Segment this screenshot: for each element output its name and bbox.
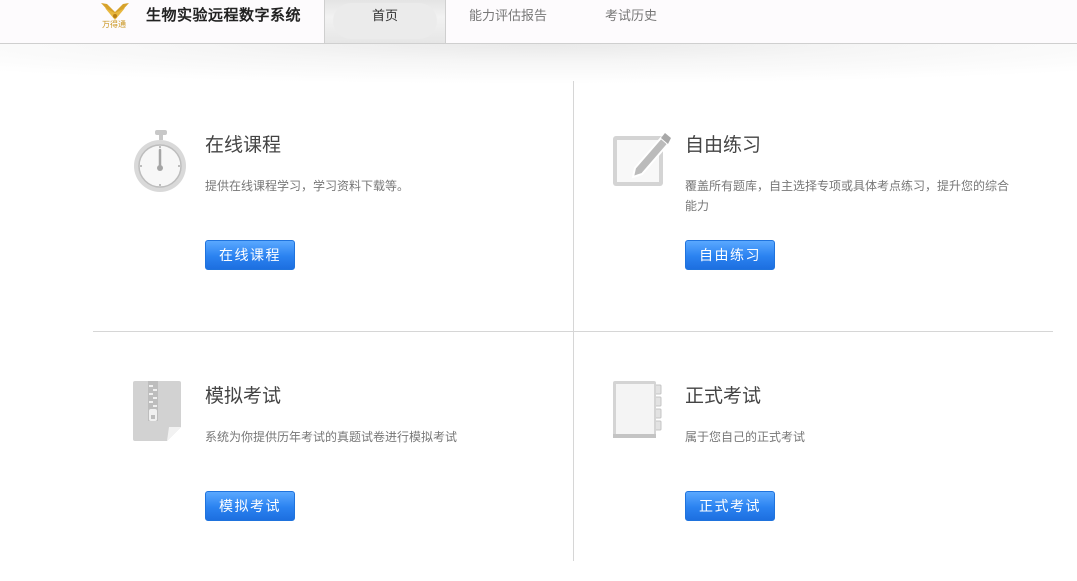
card-formal-exam: 正式考试 属于您自己的正式考试 正式考试 <box>613 381 1043 581</box>
formal-exam-button[interactable]: 正式考试 <box>685 491 775 521</box>
logo: 万得通 <box>95 0 135 34</box>
card-description: 属于您自己的正式考试 <box>685 430 806 444</box>
zip-file-icon <box>133 381 193 451</box>
card-title: 在线课程 <box>205 134 282 156</box>
tab-exam-history[interactable]: 考试历史 <box>582 0 680 43</box>
card-description: 覆盖所有题库，自主选择专项或具体考点练习，提升您的综合能力 <box>685 179 1010 213</box>
tab-home-label: 首页 <box>371 9 398 24</box>
card-free-practice: 自由练习 覆盖所有题库，自主选择专项或具体考点练习，提升您的综合能力 自由练习 <box>613 130 1043 330</box>
logo-text: 万得通 <box>102 20 126 29</box>
app-title: 生物实验远程数字系统 <box>146 6 302 24</box>
edit-pencil-icon <box>613 130 673 200</box>
vertical-divider <box>573 81 574 561</box>
card-title: 自由练习 <box>685 134 762 156</box>
logo-wings-icon <box>101 3 129 20</box>
card-title: 正式考试 <box>685 385 762 407</box>
card-title: 模拟考试 <box>205 385 282 407</box>
tab-ability-report-label: 能力评估报告 <box>468 9 547 24</box>
free-practice-button[interactable]: 自由练习 <box>685 240 775 270</box>
card-description: 提供在线课程学习，学习资料下载等。 <box>205 179 410 193</box>
horizontal-divider <box>93 331 1053 332</box>
tab-ability-report[interactable]: 能力评估报告 <box>452 0 564 43</box>
mock-exam-button[interactable]: 模拟考试 <box>205 491 295 521</box>
top-header: 万得通 生物实验远程数字系统 首页 能力评估报告 考试历史 <box>0 0 1077 44</box>
notebook-icon <box>613 381 673 451</box>
online-course-button[interactable]: 在线课程 <box>205 240 295 270</box>
stopwatch-icon <box>133 130 193 200</box>
tab-home[interactable]: 首页 <box>324 0 446 43</box>
header-shadow <box>0 44 1077 84</box>
card-description: 系统为你提供历年考试的真题试卷进行模拟考试 <box>205 430 458 444</box>
tab-exam-history-label: 考试历史 <box>604 9 657 24</box>
card-mock-exam: 模拟考试 系统为你提供历年考试的真题试卷进行模拟考试 模拟考试 <box>133 381 563 581</box>
card-online-course: 在线课程 提供在线课程学习，学习资料下载等。 在线课程 <box>133 130 563 330</box>
